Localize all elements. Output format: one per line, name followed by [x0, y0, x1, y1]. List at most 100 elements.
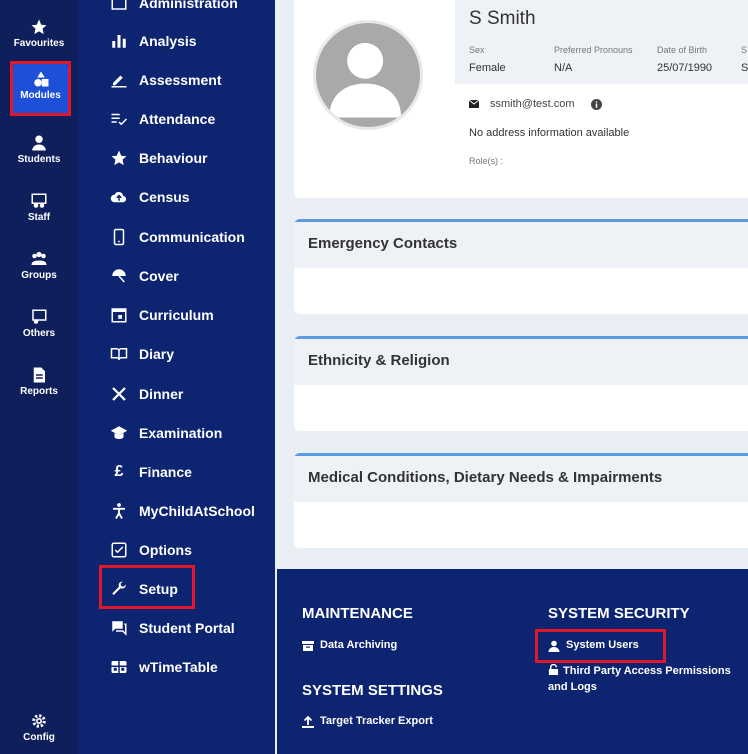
rail-label: Modules — [20, 90, 61, 101]
menu-item-census[interactable]: Census — [110, 184, 190, 210]
section-medical-conditions[interactable]: Medical Conditions, Dietary Needs & Impa… — [294, 453, 748, 548]
menu-item-attendance[interactable]: Attendance — [110, 106, 215, 132]
menu-item-examination[interactable]: Examination — [110, 420, 222, 446]
menu-item-label: Finance — [139, 464, 192, 480]
menu-item-diary[interactable]: Diary — [110, 341, 174, 367]
rail-label: Others — [22, 328, 56, 339]
target-tracker-export-link[interactable]: Target Tracker Export — [302, 715, 433, 728]
menu-item-label: Assessment — [139, 72, 222, 88]
menu-item-label: Communication — [139, 229, 245, 245]
email-address[interactable]: ssmith@test.com — [490, 98, 575, 110]
rail-item-reports[interactable]: Reports — [0, 360, 78, 412]
link-text: Third Party Access Permissions and Logs — [548, 663, 743, 695]
menu-item-wtimetable[interactable]: wTimeTable — [110, 654, 218, 680]
rail-item-favourites[interactable]: Favourites — [0, 12, 78, 64]
menu-item-label: Examination — [139, 425, 223, 441]
menu-item-curriculum[interactable]: Curriculum — [110, 302, 214, 328]
book-icon — [110, 345, 128, 363]
menu-item-label: Options — [139, 542, 192, 558]
menu-item-mychildatschool[interactable]: MyChildAtSchool — [110, 498, 255, 524]
gear-icon — [32, 714, 46, 728]
system-settings-heading: SYSTEM SETTINGS — [302, 682, 443, 699]
person-silhouette-icon — [329, 42, 402, 118]
rail-item-config[interactable]: Config — [0, 706, 78, 754]
info-icon[interactable] — [590, 98, 602, 110]
data-archiving-link[interactable]: Data Archiving — [302, 639, 397, 652]
menu-item-finance[interactable]: £ Finance — [110, 459, 192, 485]
third-party-access-link[interactable]: Third Party Access Permissions and Logs — [548, 663, 743, 695]
rail-item-students[interactable]: Students — [0, 128, 78, 180]
rail-item-staff[interactable]: Staff — [0, 186, 78, 238]
phone-icon — [110, 228, 128, 246]
menu-item-label: Dinner — [139, 386, 184, 402]
menu-item-communication[interactable]: Communication — [110, 224, 245, 250]
staff-icon — [31, 193, 47, 208]
menu-item-assessment[interactable]: Assessment — [110, 67, 222, 93]
menu-item-cover[interactable]: Cover — [110, 263, 179, 289]
rail-label: Config — [23, 732, 55, 743]
rail-item-groups[interactable]: Groups — [0, 244, 78, 296]
modules-menu: Administration Analysis Assessment Atten… — [78, 0, 275, 754]
section-emergency-contacts[interactable]: Emergency Contacts — [294, 219, 748, 314]
envelope-icon — [469, 100, 479, 108]
star-icon — [110, 149, 128, 167]
menu-item-analysis[interactable]: Analysis — [110, 28, 197, 54]
link-label: Target Tracker Export — [320, 715, 433, 727]
chat-icon — [110, 619, 128, 637]
link-label: Third Party Access Permissions and Logs — [548, 665, 731, 693]
address-text: No address information available — [469, 127, 630, 139]
section-title: Medical Conditions, Dietary Needs & Impa… — [294, 456, 748, 502]
menu-item-dinner[interactable]: Dinner — [110, 381, 183, 407]
maintenance-heading: MAINTENANCE — [302, 605, 413, 622]
pound-icon: £ — [114, 463, 124, 480]
lock-icon — [548, 663, 559, 675]
profile-card: S Smith Sex Female Preferred Pronouns N/… — [294, 0, 748, 198]
rail-label: Favourites — [13, 38, 65, 49]
field-label-sex: Sex — [469, 45, 485, 55]
grid-icon — [110, 658, 128, 676]
field-label-truncated: S — [741, 45, 748, 55]
menu-item-label: Administration — [139, 0, 238, 11]
menu-item-student-portal[interactable]: Student Portal — [110, 615, 235, 641]
menu-item-label: Behaviour — [139, 150, 208, 166]
menu-item-label: Diary — [139, 346, 175, 362]
section-title: Emergency Contacts — [294, 222, 748, 268]
field-value-sex: Female — [469, 62, 506, 74]
menu-item-setup[interactable]: Setup — [110, 576, 178, 602]
rail-label: Groups — [21, 270, 57, 281]
cutlery-icon — [110, 385, 128, 403]
rail-item-others[interactable]: Others — [0, 302, 78, 354]
menu-item-label: Census — [139, 189, 190, 205]
star-icon — [31, 19, 47, 35]
system-users-link[interactable]: System Users — [548, 639, 639, 652]
field-value-pronouns: N/A — [554, 62, 573, 74]
checkbox-icon — [110, 541, 128, 559]
menu-item-behaviour[interactable]: Behaviour — [110, 145, 207, 171]
roles-label: Role(s) : — [469, 156, 504, 166]
bar-chart-icon — [110, 32, 128, 50]
menu-item-label: Setup — [139, 581, 178, 597]
person-icon — [32, 135, 46, 151]
field-value-dob: 25/07/1990 — [657, 62, 713, 74]
field-label-pronouns: Preferred Pronouns — [554, 45, 633, 55]
rail-label: Staff — [27, 212, 51, 223]
calendar-icon — [110, 306, 128, 324]
rail-item-modules[interactable]: Modules — [13, 64, 68, 116]
avatar — [313, 20, 423, 130]
others-icon — [32, 309, 47, 324]
graduation-cap-icon — [110, 424, 128, 442]
section-ethnicity-religion[interactable]: Ethnicity & Religion — [294, 336, 748, 431]
shapes-icon — [33, 71, 48, 87]
accessibility-icon — [110, 502, 128, 520]
link-label: System Users — [566, 639, 639, 651]
menu-item-administration[interactable]: Administration — [110, 0, 238, 16]
menu-item-label: Cover — [139, 268, 179, 284]
field-label-dob: Date of Birth — [657, 45, 708, 55]
section-title: Ethnicity & Religion — [294, 339, 748, 385]
menu-item-options[interactable]: Options — [110, 537, 192, 563]
group-icon — [31, 251, 47, 265]
umbrella-icon — [110, 267, 128, 285]
rail-label: Students — [17, 154, 61, 165]
name-bar: S Smith Sex Female Preferred Pronouns N/… — [455, 0, 748, 84]
checklist-icon — [110, 110, 128, 128]
